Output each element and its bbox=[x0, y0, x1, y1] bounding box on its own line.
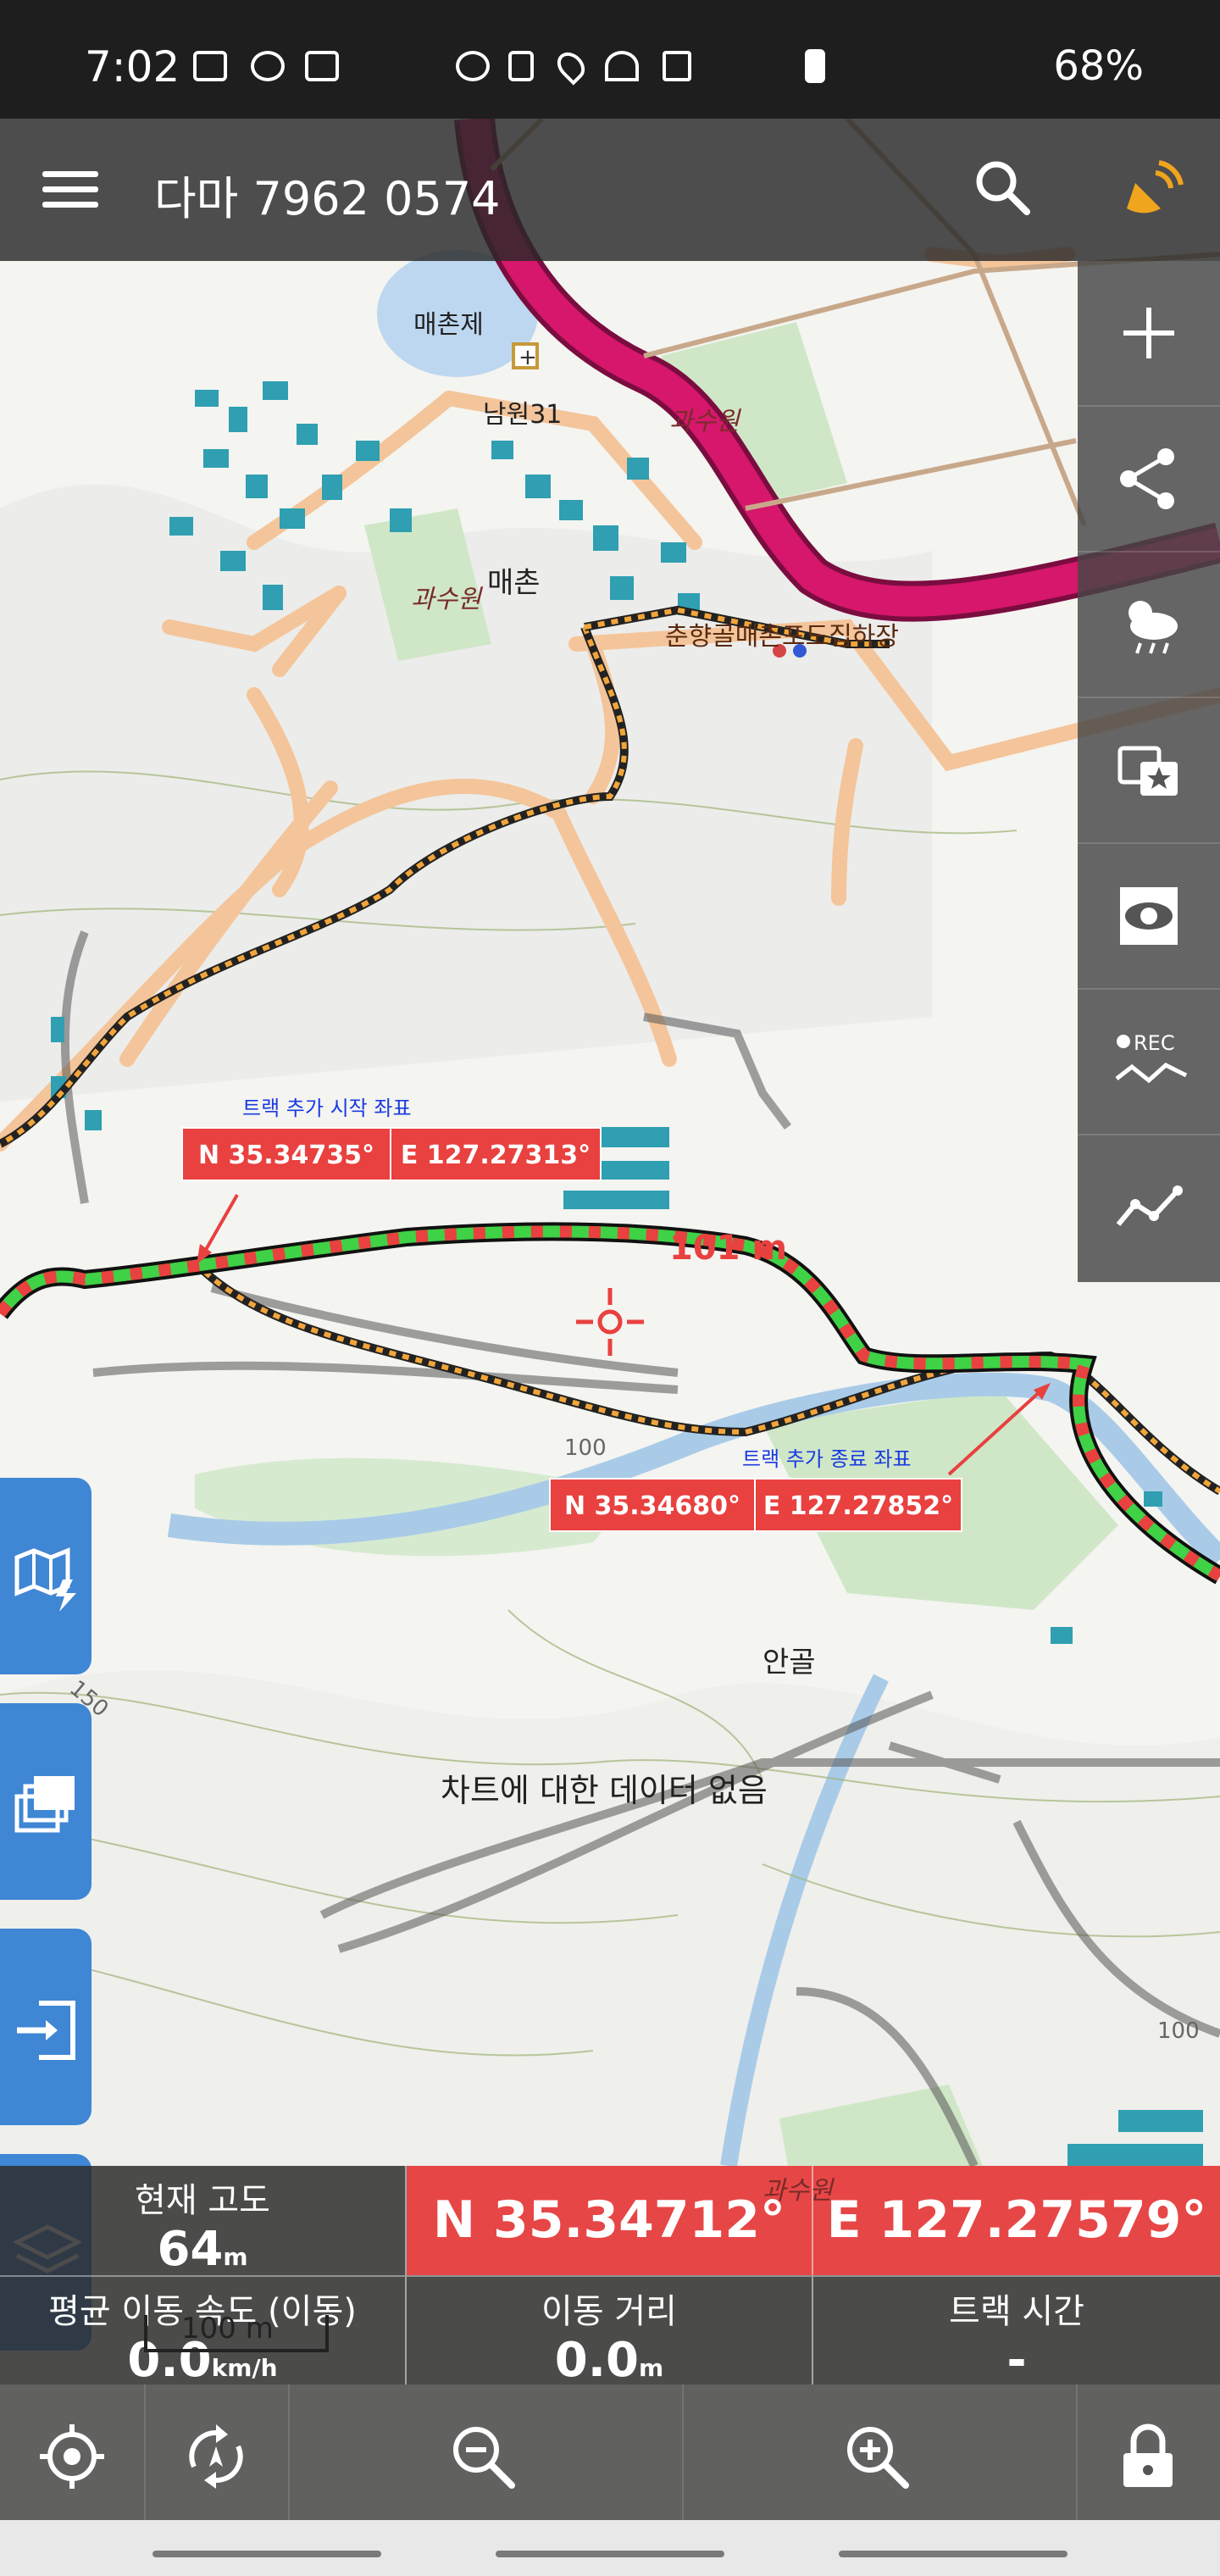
import-icon bbox=[17, 2001, 75, 2060]
visibility-icon bbox=[1120, 887, 1178, 945]
nav-home-button[interactable] bbox=[496, 2551, 724, 2557]
dnd-icon bbox=[251, 51, 285, 81]
zoom-in-button[interactable] bbox=[682, 2384, 1078, 2520]
share-button[interactable] bbox=[1078, 407, 1220, 552]
nav-back-button[interactable] bbox=[839, 2551, 1068, 2557]
import-button[interactable] bbox=[0, 1929, 92, 2125]
distance-cell[interactable]: 이동 거리 0.0m bbox=[407, 2275, 813, 2388]
lock-icon bbox=[1123, 2423, 1173, 2487]
facility-label: 춘향골매촌포도집하장 bbox=[665, 622, 899, 652]
zoom-in-icon bbox=[847, 2427, 909, 2489]
bus-stop-label: 남원31 bbox=[483, 400, 563, 430]
locate-button[interactable] bbox=[0, 2384, 146, 2520]
latitude-cell[interactable]: N 35.34712° bbox=[407, 2166, 813, 2275]
map-title[interactable]: 다마 7962 0574 bbox=[154, 161, 501, 228]
longitude-cell[interactable]: E 127.27579° bbox=[813, 2166, 1220, 2275]
layers-stack-icon bbox=[14, 1776, 75, 1833]
system-nav-bar bbox=[0, 2520, 1220, 2576]
weather-button[interactable] bbox=[1078, 552, 1220, 698]
track-end-caption: 트랙 추가 종료 좌표 bbox=[742, 1447, 912, 1471]
status-bar: 7:02 68% bbox=[0, 0, 1220, 119]
track-end-lat[interactable]: N 35.34680° bbox=[549, 1478, 756, 1532]
distance-unit: m bbox=[639, 2354, 664, 2382]
track-distance-label: 101 m bbox=[669, 1229, 788, 1268]
map-mode-icon bbox=[14, 1547, 76, 1612]
weather-icon bbox=[1128, 601, 1178, 654]
track-end-lon[interactable]: E 127.27852° bbox=[754, 1478, 962, 1532]
bottom-toolbar bbox=[0, 2384, 1220, 2520]
favorite-icon bbox=[1117, 746, 1178, 796]
contour-label: 100 bbox=[1157, 2018, 1200, 2044]
gallery-icon bbox=[193, 51, 227, 81]
village-label: 매촌 bbox=[487, 566, 541, 600]
chart-button[interactable] bbox=[1078, 1135, 1220, 1280]
airplane-icon bbox=[663, 51, 691, 81]
map-mode-button[interactable] bbox=[0, 1478, 92, 1674]
battery-icon bbox=[805, 49, 825, 83]
rec-label: REC bbox=[1134, 1031, 1175, 1055]
record-track-button[interactable]: REC bbox=[1078, 990, 1220, 1135]
status-time: 7:02 bbox=[85, 42, 180, 92]
altitude-cell[interactable]: 현재 고도 64m bbox=[0, 2166, 407, 2277]
rec-track-icon: REC bbox=[1115, 1031, 1188, 1084]
altitude-label: 현재 고도 bbox=[135, 2181, 270, 2220]
zoom-out-icon bbox=[453, 2427, 515, 2489]
nav-recent-button[interactable] bbox=[152, 2551, 381, 2557]
reservoir-label: 매촌제 bbox=[413, 310, 484, 340]
gps-satellite-icon[interactable] bbox=[1118, 158, 1186, 225]
zoom-out-button[interactable] bbox=[288, 2384, 684, 2520]
svg-text:+: + bbox=[518, 345, 537, 370]
valley-label: 안골 bbox=[762, 1646, 816, 1679]
search-icon[interactable] bbox=[973, 158, 1032, 217]
track-start-caption: 트랙 추가 시작 좌표 bbox=[242, 1096, 412, 1120]
rotate-icon bbox=[189, 2424, 243, 2489]
track-time-label: 트랙 시간 bbox=[949, 2292, 1084, 2331]
vibrate-icon bbox=[508, 51, 534, 81]
favorites-button[interactable] bbox=[1078, 698, 1220, 844]
chart-icon bbox=[1116, 1185, 1183, 1226]
track-start-lat[interactable]: N 35.34735° bbox=[181, 1127, 391, 1181]
distance-value: 0.0 bbox=[554, 2333, 639, 2388]
alarm-icon bbox=[456, 51, 490, 81]
lock-button[interactable] bbox=[1076, 2384, 1220, 2520]
speed-unit: km/h bbox=[211, 2354, 278, 2382]
plus-icon bbox=[1123, 308, 1174, 358]
scale-bar-label: 100 m bbox=[181, 2312, 274, 2346]
zoom-plus-button[interactable] bbox=[1078, 261, 1220, 407]
visibility-button[interactable] bbox=[1078, 844, 1220, 990]
orchard-label: 과수원 bbox=[762, 2176, 833, 2206]
screenshot-icon bbox=[305, 51, 339, 81]
scale-bar: 100 m bbox=[144, 2312, 329, 2352]
track-start-lon[interactable]: E 127.27313° bbox=[390, 1127, 602, 1181]
share-icon bbox=[1120, 448, 1174, 509]
right-toolbar: REC bbox=[1078, 261, 1220, 1282]
altitude-unit: m bbox=[223, 2243, 248, 2271]
distance-label: 이동 거리 bbox=[541, 2292, 677, 2331]
track-time-value: - bbox=[1006, 2333, 1027, 2388]
contour-label: 100 bbox=[564, 1435, 607, 1461]
orchard-label: 과수원 bbox=[411, 585, 481, 614]
rotate-button[interactable] bbox=[144, 2384, 290, 2520]
track-time-cell[interactable]: 트랙 시간 - bbox=[813, 2275, 1220, 2388]
locate-icon bbox=[40, 2424, 104, 2489]
no-chart-data-text: 차트에 대한 데이터 없음 bbox=[441, 1772, 768, 1809]
wifi-icon bbox=[605, 51, 639, 81]
location-icon bbox=[552, 47, 591, 86]
layers-stack-button[interactable] bbox=[0, 1703, 92, 1900]
top-bar: 다마 7962 0574 bbox=[0, 119, 1220, 261]
altitude-value: 64 bbox=[157, 2222, 224, 2277]
orchard-label: 과수원 bbox=[669, 407, 740, 436]
battery-text: 68% bbox=[1053, 42, 1144, 90]
menu-icon[interactable] bbox=[42, 171, 98, 208]
